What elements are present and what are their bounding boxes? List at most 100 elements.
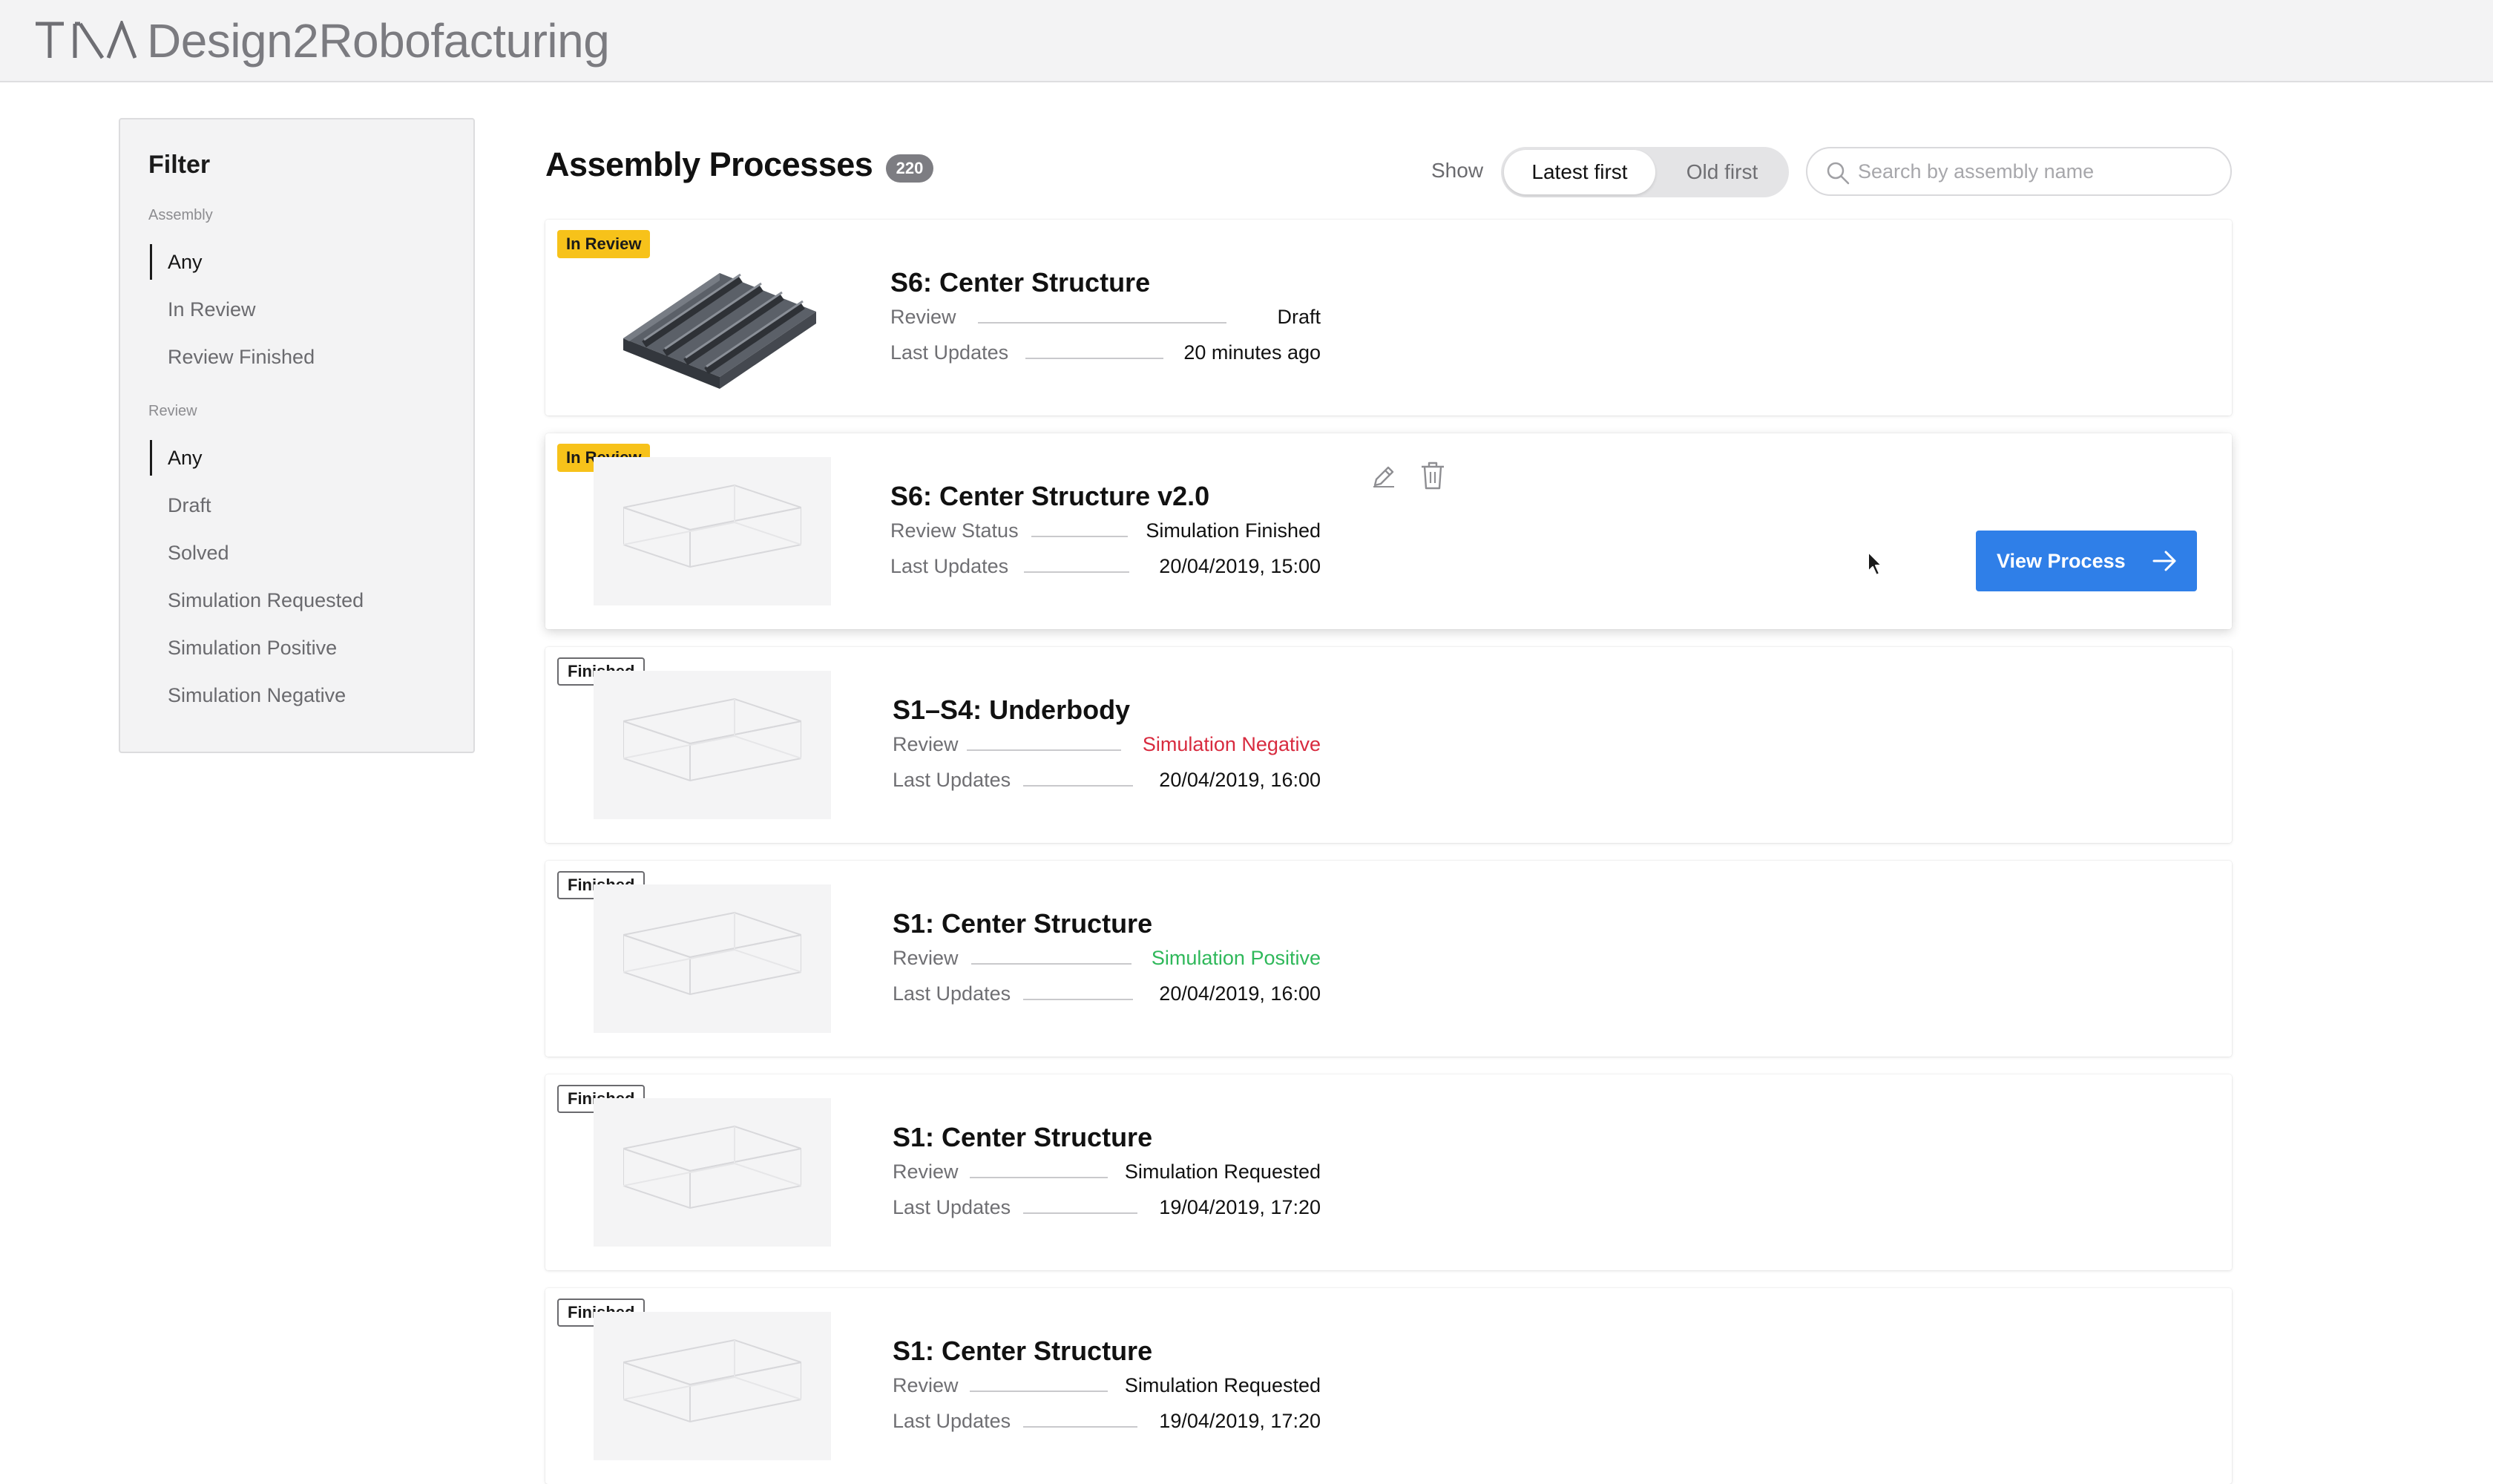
review-value: Simulation Negative <box>1142 733 1321 755</box>
updated-label: Last Updates <box>890 555 1009 577</box>
filter-item-label: Any <box>168 250 203 273</box>
page-title: Assembly Processes <box>545 145 873 183</box>
filter-item-label: Solved <box>168 541 229 564</box>
filter-assembly-review-finished[interactable]: Review Finished <box>148 338 445 376</box>
leader-line <box>970 1177 1108 1178</box>
process-card[interactable]: Finished S1: Center Structure Review Sim… <box>545 1074 2232 1270</box>
filter-item-label: Simulation Requested <box>168 588 364 611</box>
review-label: Review <box>893 1374 959 1396</box>
review-value: Simulation Requested <box>1124 1160 1321 1183</box>
review-label: Review <box>893 947 959 969</box>
review-value: Draft <box>1277 306 1321 328</box>
process-card[interactable]: Finished S1: Center Structure Review Sim… <box>545 861 2232 1057</box>
filter-item-label: Draft <box>168 493 211 516</box>
box-placeholder-icon <box>623 697 801 782</box>
app-title[interactable]: Design2Robofacturing <box>147 13 610 68</box>
leader-line <box>971 963 1131 965</box>
leader-line <box>1023 1426 1137 1428</box>
search-icon <box>1827 162 1850 185</box>
updated-value: 19/04/2019, 17:20 <box>1159 1410 1321 1432</box>
box-placeholder-icon <box>623 911 801 996</box>
filter-review-any[interactable]: Any <box>148 439 445 477</box>
search-box[interactable] <box>1806 147 2232 196</box>
updated-label: Last Updates <box>893 1410 1011 1432</box>
filter-section-review: Review <box>148 403 197 419</box>
card-updated-row: Last Updates 20/04/2019, 15:00 <box>890 555 1321 585</box>
top-bar: Design2Robofacturing <box>0 0 2493 82</box>
card-updated-row: Last Updates 19/04/2019, 17:20 <box>893 1410 1321 1439</box>
assembly-model-image <box>623 273 816 389</box>
leader-line <box>970 1391 1108 1392</box>
arrow-right-icon <box>2152 551 2176 571</box>
sort-latest-first[interactable]: Latest first <box>1504 150 1655 194</box>
card-title: S1: Center Structure <box>893 1122 1153 1152</box>
updated-label: Last Updates <box>893 982 1011 1005</box>
leader-line <box>1024 571 1129 573</box>
updated-value: 20/04/2019, 16:00 <box>1159 769 1321 791</box>
assembly-thumbnail <box>594 243 831 392</box>
card-updated-row: Last Updates 19/04/2019, 17:20 <box>893 1196 1321 1226</box>
cursor-icon <box>1868 551 1882 576</box>
updated-label: Last Updates <box>893 1196 1011 1218</box>
card-review-row: Review Simulation Negative <box>893 733 1321 763</box>
updated-value: 20/04/2019, 16:00 <box>1159 982 1321 1005</box>
box-placeholder-icon <box>623 484 801 568</box>
review-value: Simulation Positive <box>1151 947 1321 969</box>
filter-review-simulation-positive[interactable]: Simulation Positive <box>148 628 445 667</box>
card-review-row: Review Status Simulation Finished <box>890 519 1321 549</box>
filter-assembly-in-review[interactable]: In Review <box>148 290 445 329</box>
sort-old-first[interactable]: Old first <box>1660 150 1784 194</box>
sort-toggle: Latest first Old first <box>1501 147 1789 197</box>
filter-review-draft[interactable]: Draft <box>148 486 445 525</box>
filter-item-label: Any <box>168 446 203 469</box>
leader-line <box>1023 1212 1137 1214</box>
filter-item-label: Review Finished <box>168 345 315 368</box>
review-value: Simulation Finished <box>1146 519 1321 542</box>
updated-label: Last Updates <box>890 341 1009 364</box>
filter-review-simulation-negative[interactable]: Simulation Negative <box>148 676 445 715</box>
review-value: Simulation Requested <box>1124 1374 1321 1396</box>
card-title: S1: Center Structure <box>893 1336 1153 1366</box>
tka-logo <box>36 21 137 59</box>
leader-line <box>967 749 1121 751</box>
assembly-thumbnail <box>594 457 831 605</box>
card-review-row: Review Simulation Positive <box>893 947 1321 976</box>
show-label: Show <box>1431 159 1484 182</box>
card-review-row: Review Simulation Requested <box>893 1160 1321 1190</box>
review-label: Review Status <box>890 519 1019 542</box>
process-card[interactable]: In Review S6: Center Structure Review Dr… <box>545 220 2232 416</box>
leader-line <box>1023 999 1133 1000</box>
view-process-button[interactable]: View Process <box>1976 531 2197 591</box>
search-input[interactable] <box>1858 154 2214 188</box>
trash-icon[interactable] <box>1419 460 1446 491</box>
card-review-row: Review Simulation Requested <box>893 1374 1321 1404</box>
updated-value: 20/04/2019, 15:00 <box>1159 555 1321 577</box>
process-card[interactable]: In Review S6: Center Structure v2.0 Revi… <box>545 433 2232 629</box>
process-card[interactable]: Finished S1–S4: Underbody Review Simulat… <box>545 647 2232 843</box>
filter-review-simulation-requested[interactable]: Simulation Requested <box>148 581 445 620</box>
filter-item-label: In Review <box>168 298 256 321</box>
assembly-thumbnail <box>594 671 831 819</box>
filter-item-label: Simulation Positive <box>168 636 338 659</box>
updated-value: 20 minutes ago <box>1183 341 1321 364</box>
review-label: Review <box>893 733 959 755</box>
assembly-thumbnail <box>594 1312 831 1460</box>
edit-icon[interactable] <box>1369 462 1399 491</box>
review-label: Review <box>890 306 956 328</box>
card-updated-row: Last Updates 20/04/2019, 16:00 <box>893 769 1321 798</box>
view-process-label: View Process <box>1997 549 2126 572</box>
assembly-thumbnail <box>594 884 831 1033</box>
leader-line <box>1023 785 1133 787</box>
count-badge: 220 <box>886 154 933 183</box>
filter-panel: Filter Assembly Any In Review Review Fin… <box>119 118 475 753</box>
filter-review-solved[interactable]: Solved <box>148 533 445 572</box>
card-updated-row: Last Updates 20/04/2019, 16:00 <box>893 982 1321 1012</box>
leader-line <box>1031 536 1128 537</box>
filter-assembly-any[interactable]: Any <box>148 243 445 281</box>
filter-section-assembly: Assembly <box>148 207 213 223</box>
process-card[interactable]: Finished S1: Center Structure Review Sim… <box>545 1288 2232 1484</box>
assembly-thumbnail <box>594 1098 831 1247</box>
updated-value: 19/04/2019, 17:20 <box>1159 1196 1321 1218</box>
review-label: Review <box>893 1160 959 1183</box>
card-updated-row: Last Updates 20 minutes ago <box>890 341 1321 371</box>
